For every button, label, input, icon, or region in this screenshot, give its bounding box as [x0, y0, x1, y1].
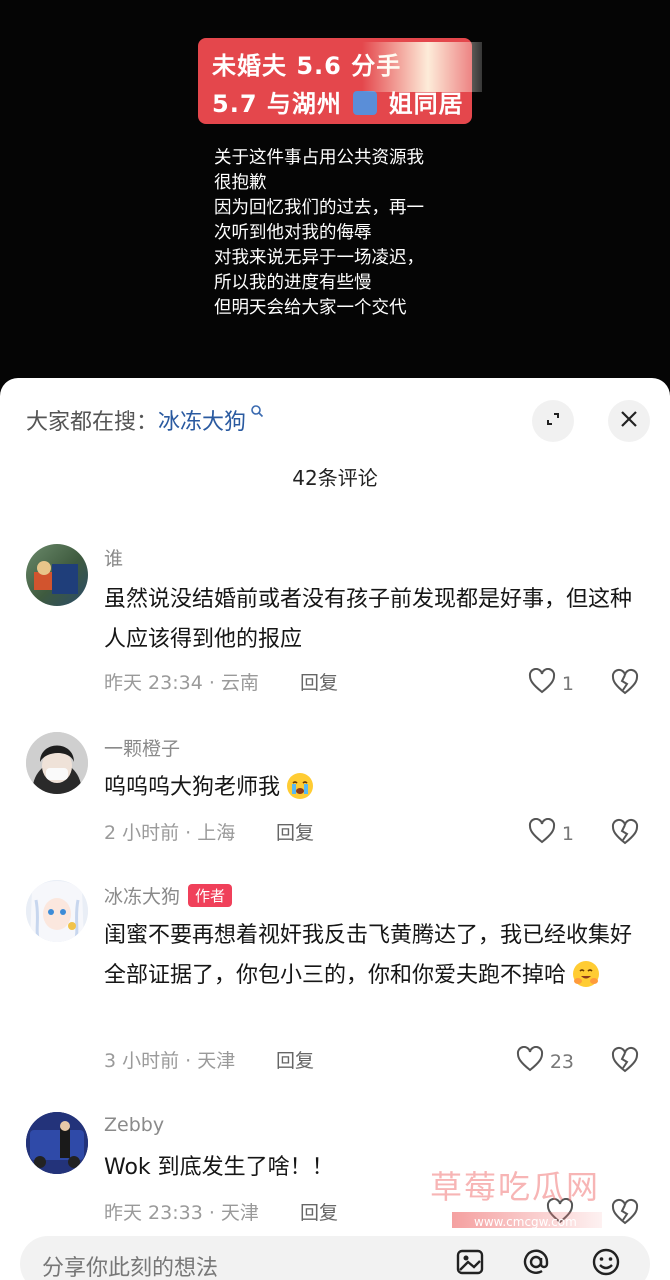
dislike-button[interactable]	[610, 1046, 640, 1078]
dislike-button[interactable]	[610, 818, 640, 850]
caption-line: 次听到他对我的侮辱	[214, 223, 372, 243]
reply-button[interactable]: 回复	[276, 1046, 314, 1073]
heart-icon	[516, 1045, 544, 1077]
caption-line: 因为回忆我们的过去，再一	[214, 198, 424, 218]
heart-icon	[528, 817, 556, 849]
avatar[interactable]	[26, 732, 88, 794]
avatar[interactable]	[26, 1112, 88, 1174]
like-count: 1	[561, 822, 574, 845]
video-title-banner: 未婚夫 5.6 分手 5.7 与湖州 姐同居	[198, 38, 482, 124]
watermark-text: 草莓吃瓜网	[430, 1168, 601, 1206]
commenter-name[interactable]: 谁	[104, 544, 123, 571]
avatar[interactable]	[26, 880, 88, 942]
commenter-name[interactable]: Zebby	[104, 1114, 164, 1136]
search-icon	[246, 405, 264, 422]
comment-count: 42条评论	[292, 466, 378, 490]
caption-line: 但明天会给大家一个交代	[214, 298, 407, 318]
expand-icon	[543, 409, 563, 433]
mention-icon[interactable]	[520, 1246, 552, 1280]
commenter-name[interactable]: 一颗橙子	[104, 734, 180, 761]
reply-button[interactable]: 回复	[300, 1198, 338, 1225]
input-placeholder: 分享你此刻的想法	[42, 1256, 219, 1280]
comment-text: 虽然说没结婚前或者没有孩子前发现都是好事，但这种人应该得到他的报应	[104, 587, 633, 652]
comment-meta: 3 小时前 · 天津	[104, 1050, 236, 1072]
reply-button[interactable]: 回复	[276, 818, 314, 845]
like-count: 1	[561, 672, 574, 695]
number-3-emoji-icon	[353, 91, 378, 115]
caption-line: 对我来说无异于一场凌迟，	[214, 248, 424, 268]
banner-glare	[362, 42, 482, 92]
comment-meta: 昨天 23:34 · 云南	[104, 672, 259, 694]
like-button[interactable]: 1	[528, 817, 574, 849]
search-term-link[interactable]: 冰冻大狗	[158, 410, 246, 435]
commenter-name[interactable]: 冰冻大狗 作者	[104, 882, 233, 909]
video-caption: 关于这件事占用公共资源我 很抱歉 因为回忆我们的过去，再一 次听到他对我的侮辱 …	[214, 146, 464, 321]
dislike-button[interactable]	[610, 668, 640, 700]
image-icon[interactable]	[454, 1246, 486, 1280]
broken-heart-icon	[610, 668, 640, 700]
like-button[interactable]: 1	[528, 667, 574, 699]
emoji-icon[interactable]	[590, 1246, 622, 1280]
avatar[interactable]	[26, 544, 88, 606]
like-button[interactable]: 23	[516, 1045, 574, 1077]
video-player[interactable]: 未婚夫 5.6 分手 5.7 与湖州 姐同居 关于这件事占用公共资源我 很抱歉 …	[0, 0, 670, 400]
dislike-button[interactable]	[610, 1198, 640, 1230]
caption-line: 很抱歉	[214, 173, 267, 193]
broken-heart-icon	[610, 1046, 640, 1078]
comment-meta: 2 小时前 · 上海	[104, 822, 236, 844]
trending-search[interactable]: 大家都在搜：冰冻大狗	[26, 404, 264, 436]
caption-line: 所以我的进度有些慢	[214, 273, 372, 293]
comment-meta: 昨天 23:33 · 天津	[104, 1202, 259, 1224]
comment-input-bar: 分享你此刻的想法	[0, 1228, 670, 1280]
like-count: 23	[549, 1050, 574, 1073]
loudly-crying-emoji-icon	[287, 773, 314, 799]
close-button[interactable]	[608, 400, 650, 442]
hugging-face-emoji-icon	[573, 961, 600, 987]
comment-text: 闺蜜不要再想着视奸我反击飞黄腾达了，我已经收集好全部证据了，你包小三的，你和你爱…	[104, 923, 633, 988]
author-badge: 作者	[188, 884, 233, 907]
search-prefix: 大家都在搜：	[26, 410, 159, 435]
heart-icon	[528, 667, 556, 699]
comment-text: 呜呜呜大狗老师我	[104, 768, 644, 808]
reply-button[interactable]: 回复	[300, 668, 338, 695]
expand-button[interactable]	[532, 400, 574, 442]
comment-sheet: 大家都在搜：冰冻大狗 42条评论 谁 虽然说没结婚前或者没有孩子前发现都是好事，…	[0, 378, 670, 1280]
caption-line: 关于这件事占用公共资源我	[214, 148, 424, 168]
close-icon	[620, 410, 638, 432]
comment-input[interactable]: 分享你此刻的想法	[20, 1236, 650, 1280]
broken-heart-icon	[610, 818, 640, 850]
